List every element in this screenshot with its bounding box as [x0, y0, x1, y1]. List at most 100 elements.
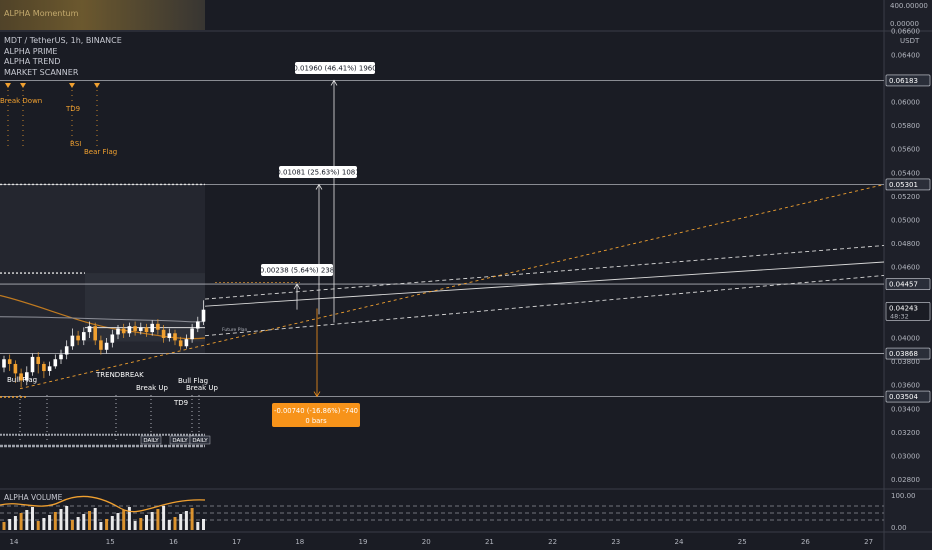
volume-bar [59, 509, 63, 530]
volume-tick-top: 100.00 [891, 492, 916, 500]
volume-bar [19, 513, 23, 530]
x-tick-label: 16 [169, 538, 178, 546]
candle-body[interactable] [53, 359, 58, 367]
bull-flag-left-label: Bull Flag [7, 376, 37, 384]
volume-bar [8, 519, 12, 530]
candle-body[interactable] [156, 323, 160, 330]
td9-bottom-label: TD9 [173, 399, 188, 407]
volume-bar [13, 516, 17, 530]
y-tick-label: 0.06400 [891, 51, 920, 59]
volume-bar [76, 517, 80, 530]
candle-body[interactable] [144, 327, 149, 333]
rsi-label: RSI [70, 140, 81, 148]
candle-body[interactable] [201, 309, 206, 322]
x-tick-label: 21 [485, 538, 494, 546]
candle-body[interactable] [139, 327, 143, 331]
candle-body[interactable] [190, 328, 194, 340]
volume-bar [93, 508, 97, 530]
loss-box-line2: 0 bars [305, 417, 327, 425]
candle-body[interactable] [64, 346, 69, 355]
daily-tag-label: DAILY [172, 438, 188, 444]
volume-bar [25, 510, 29, 530]
x-tick-label: 18 [295, 538, 304, 546]
y-tick-label: 0.05800 [891, 122, 920, 130]
y-tick-label: 0.05200 [891, 193, 920, 201]
volume-bar [156, 509, 160, 530]
x-tick-label: 20 [422, 538, 431, 546]
volume-bar [70, 520, 74, 530]
candle-body[interactable] [127, 326, 132, 334]
volume-bar [202, 519, 205, 530]
candle-body[interactable] [2, 359, 6, 368]
y-tick-label: 0.04800 [891, 240, 920, 248]
candle-body[interactable] [116, 328, 120, 335]
volume-bar [167, 520, 171, 530]
x-tick-label: 14 [10, 538, 19, 546]
volume-bar [150, 512, 154, 530]
volume-bar [173, 517, 177, 530]
level-price-label: 0.03504 [889, 393, 918, 401]
volume-bar [133, 521, 137, 530]
momentum-tick-top: 400.00000 [890, 2, 928, 10]
candle-body[interactable] [173, 333, 177, 341]
y-tick-label: 0.06600 [891, 28, 920, 36]
level-price-label: 0.04457 [889, 281, 918, 289]
volume-panel-label[interactable]: ALPHA VOLUME [4, 493, 63, 502]
volume-bar [2, 522, 6, 530]
candle-body[interactable] [59, 354, 63, 360]
volume-bar [184, 511, 188, 530]
y-tick-label: 0.03200 [891, 429, 920, 437]
x-tick-label: 15 [106, 538, 115, 546]
volume-bar [99, 522, 103, 530]
break-up-1-label: Break Up [136, 384, 169, 392]
x-tick-label: 24 [675, 538, 684, 546]
candle-body[interactable] [70, 335, 75, 347]
y-tick-label: 0.04000 [891, 335, 920, 343]
candle-body[interactable] [110, 334, 115, 343]
candle-body[interactable] [13, 363, 18, 374]
candle-body[interactable] [47, 366, 52, 372]
candle-body[interactable] [42, 363, 46, 372]
volume-bar [82, 514, 86, 530]
level-price-label: 0.06183 [889, 77, 918, 85]
y-tick-label: 0.05000 [891, 217, 920, 225]
signal-triangle [20, 83, 26, 88]
candle-body[interactable] [150, 323, 154, 333]
bar-countdown-label: 48:32 [890, 312, 909, 320]
candle-body[interactable] [133, 326, 137, 331]
td9-top-label: TD9 [65, 105, 80, 113]
y-tick-label: 0.02800 [891, 476, 920, 484]
volume-bar [145, 515, 148, 530]
x-tick-label: 23 [611, 538, 620, 546]
candle-body[interactable] [99, 340, 103, 350]
volume-bar [196, 522, 200, 530]
volume-bar [105, 519, 109, 530]
candle-body[interactable] [167, 333, 172, 338]
price-chart[interactable]: 400.000000.00000USDT0.066000.064000.0600… [0, 0, 932, 550]
x-tick-label: 27 [864, 538, 873, 546]
chart-window: ALPHA Momentum MDT / TetherUS, 1h, BINAN… [0, 0, 932, 550]
future-plan-label: Future Plan [222, 327, 247, 333]
volume-bar [190, 508, 194, 530]
candle-body[interactable] [30, 356, 35, 373]
x-tick-label: 25 [738, 538, 747, 546]
candle-body[interactable] [76, 335, 80, 341]
candle-body[interactable] [104, 342, 109, 350]
volume-bar [42, 518, 46, 530]
candle-body[interactable] [36, 356, 40, 364]
volume-bar [116, 513, 120, 530]
candle-body[interactable] [184, 339, 189, 347]
candle-body[interactable] [121, 328, 126, 334]
volume-bar [31, 507, 34, 530]
signal-triangle [69, 83, 75, 88]
candle-body[interactable] [82, 332, 86, 341]
candle-body[interactable] [196, 321, 200, 329]
candle-body[interactable] [93, 326, 97, 341]
bear-flag-label: Bear Flag [84, 148, 117, 156]
candle-body[interactable] [7, 359, 12, 364]
x-tick-label: 26 [801, 538, 810, 546]
candle-body[interactable] [178, 340, 183, 347]
candle-body[interactable] [87, 326, 92, 333]
candle-body[interactable] [161, 329, 166, 338]
x-tick-label: 17 [232, 538, 241, 546]
